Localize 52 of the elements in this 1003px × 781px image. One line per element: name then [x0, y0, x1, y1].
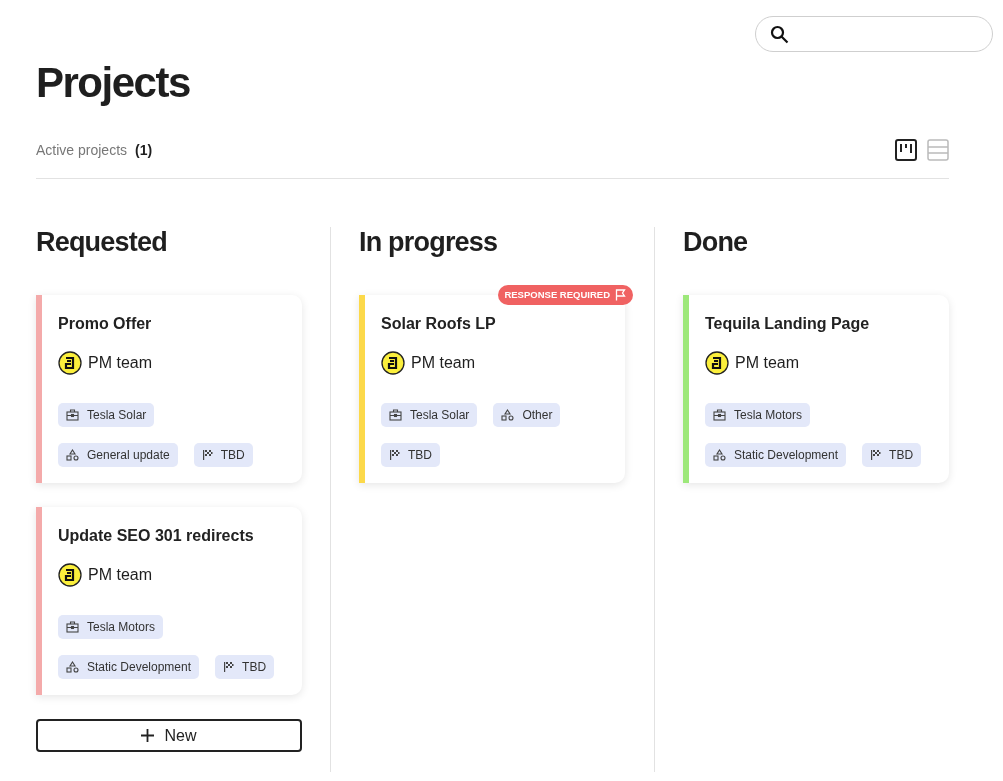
- checkered-flag-icon: [389, 449, 400, 461]
- tag-label: TBD: [889, 448, 914, 462]
- card-title: Solar Roofs LP: [381, 315, 497, 333]
- tag-label: Static Development: [87, 660, 192, 674]
- project-card[interactable]: Tequila Landing Page PM team Tesla Motors Static Development TBD: [683, 295, 949, 483]
- shapes-icon: [501, 409, 515, 421]
- search-icon: [770, 24, 789, 44]
- tag-label: TBD: [220, 448, 245, 462]
- team-avatar-icon: [58, 563, 82, 587]
- shapes-icon: [713, 449, 726, 461]
- project-card[interactable]: Update SEO 301 redirects PM team Tesla Motors Static Development TBD: [36, 507, 302, 695]
- card-title: Promo Offer: [58, 315, 153, 333]
- card-title: Update SEO 301 redirects: [58, 527, 255, 545]
- column-title: Requested: [36, 227, 168, 257]
- tag-label: Tesla Motors: [734, 408, 803, 422]
- active-projects-count: (1): [135, 142, 153, 158]
- tag-label: General update: [87, 448, 170, 462]
- project-card[interactable]: Promo Offer PM team Tesla Solar General update TBD: [36, 295, 302, 483]
- team-name: PM team: [88, 354, 152, 372]
- team-avatar-icon: [705, 351, 729, 375]
- column-title: In progress: [359, 227, 499, 257]
- page-title: Projects: [36, 58, 191, 108]
- flag-icon: [615, 289, 626, 301]
- briefcase-icon: [66, 409, 79, 421]
- tag-label: Tesla Solar: [410, 408, 470, 422]
- tag-label: Static Development: [734, 448, 839, 462]
- board-view-icon[interactable]: [895, 139, 917, 161]
- team-avatar-icon: [58, 351, 82, 375]
- shapes-icon: [66, 449, 79, 461]
- tag-label: Tesla Motors: [87, 620, 156, 634]
- team-name: PM team: [735, 354, 799, 372]
- checkered-flag-icon: [870, 449, 882, 461]
- checkered-flag-icon: [201, 449, 213, 461]
- tag-label: TBD: [242, 660, 267, 674]
- response-required-badge: RESPONSE REQUIRED: [498, 285, 633, 305]
- plus-icon: [141, 729, 155, 742]
- tag-label: TBD: [408, 448, 432, 462]
- new-button[interactable]: New: [36, 719, 302, 752]
- column-title: Done: [683, 227, 749, 257]
- team-avatar-icon: [381, 351, 405, 375]
- team-name: PM team: [411, 354, 475, 372]
- list-view-icon[interactable]: [927, 139, 949, 161]
- briefcase-icon: [389, 409, 402, 421]
- tag-label: Other: [522, 408, 553, 422]
- tag-label: Tesla Solar: [87, 408, 147, 422]
- briefcase-icon: [66, 621, 79, 633]
- briefcase-icon: [713, 409, 726, 421]
- active-projects-label: Active projects: [36, 142, 128, 158]
- card-title: Tequila Landing Page: [705, 315, 871, 333]
- checkered-flag-icon: [223, 661, 235, 673]
- shapes-icon: [66, 661, 79, 673]
- team-name: PM team: [88, 566, 152, 584]
